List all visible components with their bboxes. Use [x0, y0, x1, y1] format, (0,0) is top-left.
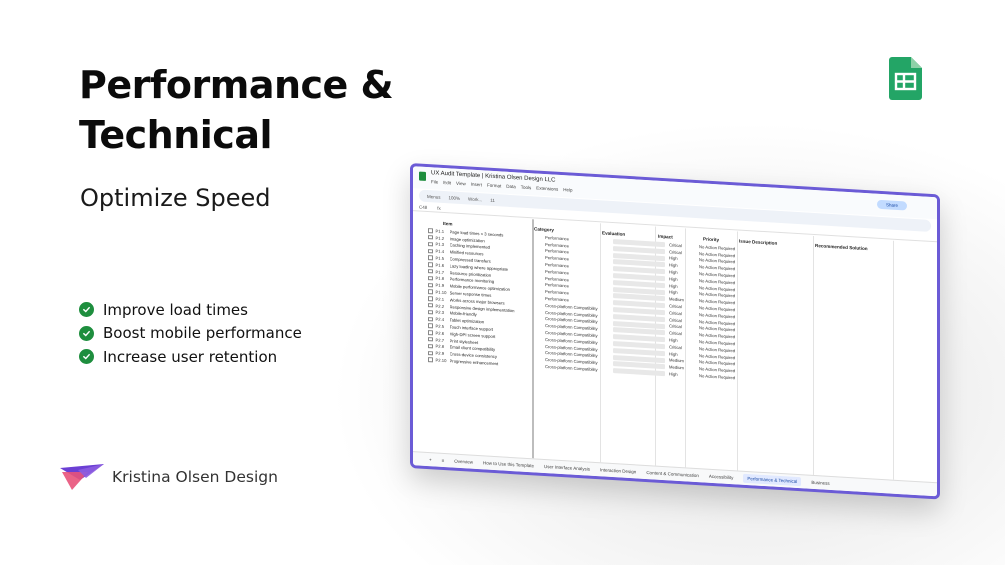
item-id: P1.6	[435, 262, 445, 268]
row-checkbox[interactable]	[428, 228, 433, 233]
menu-item-help[interactable]: Help	[563, 187, 572, 193]
zoom-select[interactable]: 100%	[449, 195, 461, 201]
row-checkbox[interactable]	[428, 303, 433, 308]
item-id: P1.2	[435, 235, 445, 241]
brand-name: Kristina Olsen Design	[112, 468, 278, 486]
sheet-grid: Item Category Evaluation Impact Priority…	[413, 212, 937, 482]
sheets-doc-icon[interactable]	[419, 171, 426, 181]
row-checkbox[interactable]	[428, 289, 433, 295]
tab-content[interactable]: Content & Communication	[646, 470, 699, 478]
item-id: P2.7	[435, 337, 445, 343]
benefit-item: Increase user retention	[79, 345, 302, 369]
brand-logo-icon	[60, 464, 104, 490]
tab-interaction-design[interactable]: Interaction Design	[600, 467, 636, 474]
check-circle-icon	[79, 302, 94, 318]
tab-overview[interactable]: Overview	[454, 459, 473, 465]
share-button[interactable]: Share	[877, 199, 907, 211]
menu-item-extensions[interactable]: Extensions	[536, 186, 558, 192]
brand: Kristina Olsen Design	[58, 462, 278, 492]
benefit-list: Improve load times Boost mobile performa…	[79, 298, 302, 369]
check-circle-icon	[79, 325, 94, 341]
tab-how-to-use[interactable]: How to Use this Template	[483, 460, 534, 468]
row-checkbox[interactable]	[428, 337, 433, 342]
font-size-input[interactable]: 11	[490, 197, 495, 202]
tab-business[interactable]: Business	[811, 480, 829, 486]
menu-search[interactable]: Menus	[427, 194, 441, 200]
row-checkbox[interactable]	[428, 269, 433, 274]
page-subtitle: Optimize Speed	[80, 184, 271, 212]
tab-ui-analysis[interactable]: User Interface Analysis	[544, 464, 590, 472]
benefit-text: Increase user retention	[103, 347, 278, 366]
menu-item-format[interactable]: Format	[487, 183, 501, 189]
row-checkbox[interactable]	[428, 316, 433, 322]
item-id: P1.5	[435, 255, 445, 262]
spreadsheet-window: UX Audit Template | Kristina Olsen Desig…	[410, 163, 940, 500]
page-title: Performance & Technical	[79, 63, 394, 157]
benefit-item: Boost mobile performance	[79, 322, 302, 346]
menu-item-tools[interactable]: Tools	[521, 185, 532, 191]
tab-performance-technical[interactable]: Performance & Technical	[743, 473, 802, 487]
row-checkbox[interactable]	[428, 241, 433, 247]
item-id: P1.1	[435, 228, 445, 234]
header-category: Category	[534, 226, 554, 233]
item-id: P1.3	[435, 241, 445, 248]
check-circle-icon	[79, 349, 94, 365]
fx-icon: fx	[437, 205, 441, 211]
benefit-text: Improve load times	[103, 300, 248, 319]
header-evaluation: Evaluation	[602, 230, 626, 237]
tab-accessibility[interactable]: Accessibility	[709, 474, 734, 480]
all-sheets-icon[interactable]: ≡	[442, 458, 445, 463]
row-checkbox[interactable]	[428, 275, 433, 281]
item-id: P2.9	[435, 350, 445, 357]
evaluation-dropdown[interactable]	[613, 368, 665, 377]
row-checkbox[interactable]	[428, 309, 433, 315]
benefit-item: Improve load times	[79, 298, 302, 322]
share-label: Share	[885, 202, 898, 208]
item-id: P2.1	[435, 296, 445, 302]
add-sheet-icon[interactable]: +	[429, 457, 432, 462]
menu-item-view[interactable]: View	[456, 181, 466, 187]
item-id: P2.3	[435, 309, 445, 316]
google-sheets-icon	[889, 57, 922, 100]
item-id: P2.8	[435, 343, 445, 350]
row-checkbox[interactable]	[428, 323, 433, 329]
font-select[interactable]: Work...	[468, 196, 482, 202]
header-item: Item	[443, 220, 453, 227]
row-checkbox[interactable]	[428, 350, 433, 356]
row-checkbox[interactable]	[428, 248, 433, 254]
cell-reference[interactable]: C48	[419, 204, 427, 209]
item-id: P1.8	[435, 275, 445, 282]
menu-item-insert[interactable]: Insert	[471, 182, 482, 188]
item-id: P2.2	[435, 303, 445, 309]
item-id: P2.10	[435, 357, 447, 364]
row-checkbox[interactable]	[428, 282, 433, 288]
row-checkbox[interactable]	[428, 262, 433, 267]
item-id: P1.7	[435, 269, 445, 275]
row-checkbox[interactable]	[428, 357, 433, 363]
item-id: P1.10	[435, 289, 447, 296]
menu-item-file[interactable]: File	[431, 179, 438, 184]
row-checkbox[interactable]	[428, 330, 433, 335]
benefit-text: Boost mobile performance	[103, 324, 302, 343]
item-id: P1.4	[435, 248, 445, 255]
item-id: P2.4	[435, 316, 445, 323]
row-checkbox[interactable]	[428, 343, 433, 349]
header-impact: Impact	[658, 233, 673, 240]
header-priority: Priority	[703, 236, 720, 243]
row-checkbox[interactable]	[428, 235, 433, 240]
item-id: P1.9	[435, 282, 445, 289]
item-id: P2.6	[435, 330, 445, 336]
row-checkbox[interactable]	[428, 255, 433, 261]
menu-item-edit[interactable]: Edit	[443, 180, 451, 185]
priority-cell[interactable]: No Action Required	[699, 373, 749, 381]
header-issue: Issue Description	[739, 238, 778, 246]
impact-dropdown[interactable]: High	[669, 371, 697, 378]
menu-item-data[interactable]: Data	[506, 184, 516, 190]
row-checkbox[interactable]	[428, 296, 433, 301]
item-id: P2.5	[435, 323, 445, 330]
